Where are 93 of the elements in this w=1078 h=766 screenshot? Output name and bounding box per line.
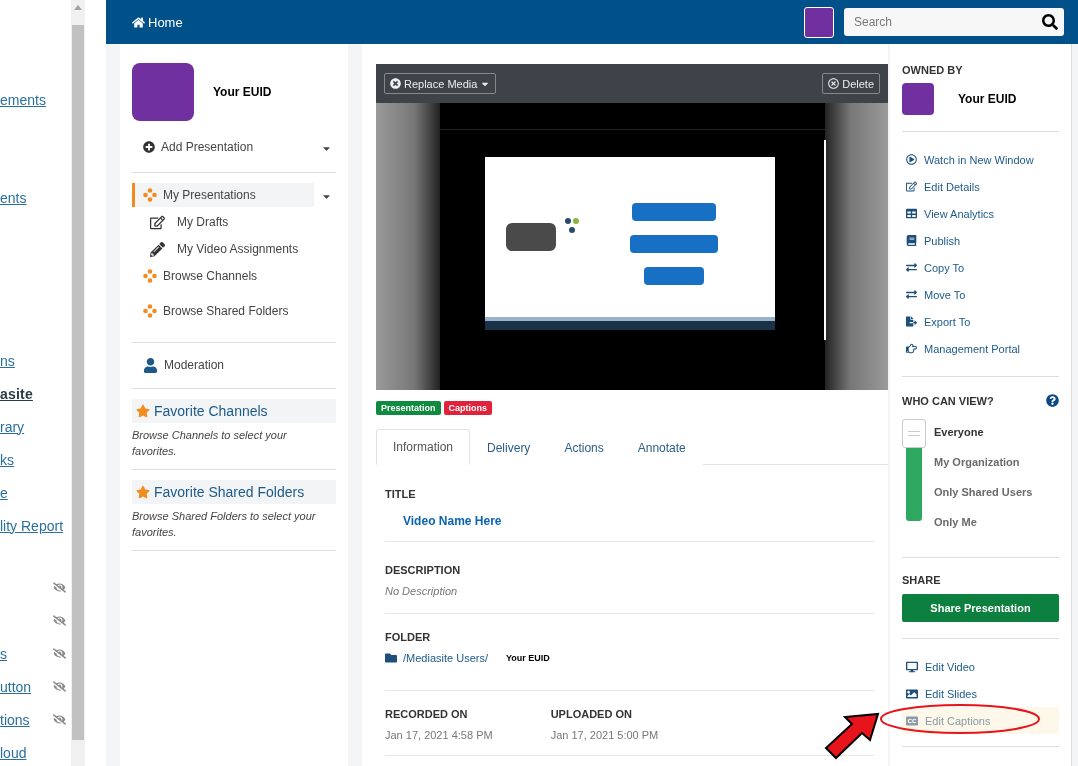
add-icon <box>143 141 155 153</box>
visibility-option[interactable]: Everyone <box>934 417 1033 447</box>
swap-icon <box>906 262 917 273</box>
visibility-option[interactable]: Only Shared Users <box>934 477 1033 507</box>
pointing-hand-icon <box>906 343 917 354</box>
date-value: Jan 17, 2021 4:58 PM <box>385 729 493 741</box>
delete-button[interactable]: Delete <box>822 73 880 94</box>
menu-item[interactable]: My Drafts <box>132 210 229 234</box>
action-link[interactable]: View Analytics <box>902 200 1059 227</box>
close-icon <box>828 78 840 89</box>
pencil-icon <box>150 241 165 257</box>
star-icon <box>136 404 150 418</box>
menu-item[interactable]: Moderation <box>132 353 225 377</box>
close-icon <box>390 78 401 89</box>
field-label: RECORDED ON <box>385 708 469 720</box>
edit-link[interactable]: Edit Slides <box>902 680 1059 707</box>
course-nav-link[interactable]: e <box>0 484 8 501</box>
menu-item[interactable]: Browse Shared Folders <box>132 299 289 323</box>
action-link[interactable]: Publish <box>902 227 1059 254</box>
help-icon[interactable] <box>1046 394 1059 407</box>
course-nav-link[interactable]: ements <box>0 91 46 108</box>
play-icon <box>906 154 917 165</box>
visibility-option[interactable]: Only Me <box>934 507 1033 537</box>
course-nav-link[interactable]: ents <box>0 189 27 206</box>
tab[interactable]: Information <box>376 429 471 465</box>
share-button[interactable]: Share Presentation <box>902 594 1059 622</box>
section-label: SHARE <box>902 574 942 586</box>
action-link[interactable]: Management Portal <box>902 335 1059 362</box>
date-value: Jan 17, 2021 5:00 PM <box>550 729 659 741</box>
course-nav-link[interactable]: utton <box>0 678 32 695</box>
title-link[interactable]: Video Name Here <box>403 514 874 528</box>
field-label: UPLOADED ON <box>550 708 633 720</box>
dots-icon <box>143 269 157 283</box>
edit-icon <box>150 214 165 230</box>
course-nav-link[interactable]: ks <box>0 451 14 468</box>
course-nav-link[interactable]: s <box>0 645 7 662</box>
table-icon <box>906 208 917 219</box>
user-name: Your EUID <box>213 85 272 99</box>
owner-name: Your EUID <box>958 92 1017 106</box>
person-icon <box>143 357 158 373</box>
menu-item[interactable]: Add Presentation <box>132 135 254 159</box>
home-link[interactable]: Home <box>132 14 183 30</box>
file-export-icon <box>906 316 917 327</box>
tag: Presentation <box>376 401 441 415</box>
replace-media-button[interactable]: Replace Media <box>384 73 497 94</box>
field-label: DESCRIPTION <box>385 564 462 576</box>
course-nav-link[interactable]: lity Report <box>0 517 64 534</box>
action-link[interactable]: Edit Details <box>902 173 1059 200</box>
user-avatar <box>132 63 194 121</box>
action-link[interactable]: Export To <box>902 308 1059 335</box>
owner-avatar <box>902 83 934 115</box>
favorites-title: Favorite Channels <box>154 403 268 419</box>
description-text: No Description <box>385 585 459 597</box>
favorites-hint: Browse Shared Folders to select your favorites. <box>132 509 317 540</box>
course-nav-link[interactable]: tions <box>0 711 30 728</box>
captions-icon <box>906 714 918 727</box>
course-nav-link[interactable]: loud <box>0 744 27 761</box>
menu-item[interactable]: My Video Assignments <box>132 237 299 261</box>
section-label: WHO CAN VIEW? <box>902 394 994 407</box>
annotation-arrow <box>824 712 880 760</box>
search-icon[interactable] <box>1042 14 1058 30</box>
home-icon <box>132 15 145 29</box>
image-icon <box>906 687 918 700</box>
book-icon <box>906 235 917 246</box>
monitor-icon <box>906 660 918 673</box>
visibility-option[interactable]: My Organization <box>934 447 1033 477</box>
edit-link[interactable]: Edit Video <box>902 653 1059 680</box>
action-link[interactable]: Copy To <box>902 254 1059 281</box>
swap-icon <box>906 289 917 300</box>
search-field[interactable]: Search <box>844 8 1064 36</box>
star-icon <box>136 485 150 499</box>
scrollbar[interactable] <box>71 0 85 766</box>
menu-item[interactable]: Browse Channels <box>132 264 258 288</box>
user-avatar[interactable] <box>804 6 834 38</box>
course-nav-link[interactable]: asite <box>0 385 33 402</box>
folder-name: Your EUID <box>506 653 550 663</box>
action-link[interactable]: Move To <box>902 281 1059 308</box>
field-label: FOLDER <box>385 631 432 643</box>
favorites-hint: Browse Channels to select your favorites. <box>132 428 288 459</box>
field-label: TITLE <box>385 488 417 500</box>
course-nav-link[interactable]: rary <box>0 418 25 435</box>
dots-icon <box>143 188 157 202</box>
edit-icon <box>906 181 917 192</box>
section-label: OWNED BY <box>902 64 964 76</box>
slider-thumb[interactable] <box>902 419 926 448</box>
dots-icon <box>143 304 157 318</box>
action-link[interactable]: Watch in New Window <box>902 146 1059 173</box>
favorites-title: Favorite Shared Folders <box>154 484 305 500</box>
folder-link[interactable]: /Mediasite Users/ <box>403 652 488 664</box>
folder-icon <box>385 652 397 664</box>
course-nav-link[interactable]: ns <box>0 352 15 369</box>
menu-item[interactable]: My Presentations <box>132 183 314 207</box>
tag: Captions <box>443 401 493 415</box>
